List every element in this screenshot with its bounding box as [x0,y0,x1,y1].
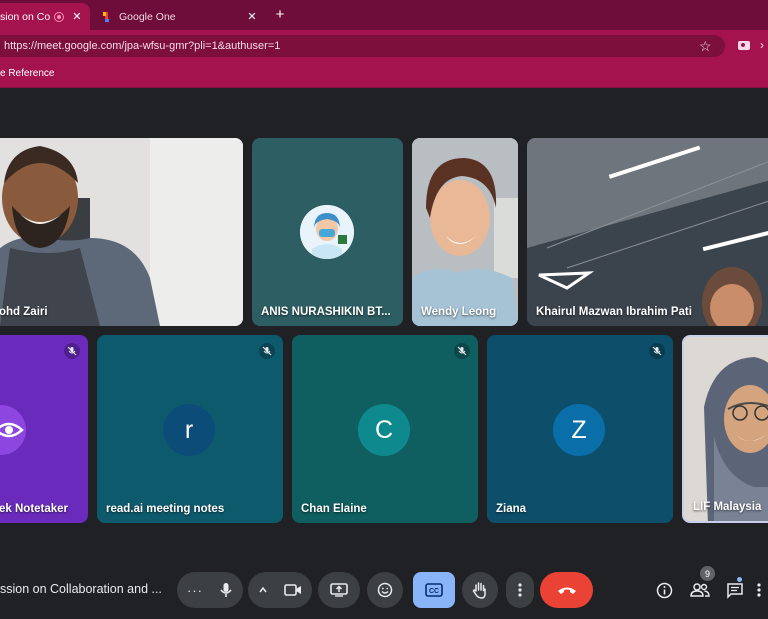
svg-text:CC: CC [429,588,439,595]
participant-tile-khairul[interactable]: Khairul Mazwan Ibrahim Pati [527,138,768,326]
more-vert-icon [518,583,522,597]
participant-tile-read-ai[interactable]: r read.ai meeting notes [97,335,283,523]
recording-icon [54,11,64,22]
mic-control-group: ··· [177,572,243,608]
participant-name: ANIS NURASHIKIN BT... [261,306,391,318]
emoji-button[interactable] [367,572,403,608]
camera-control-group [248,572,312,608]
participant-tile-notetaker[interactable]: ek Notetaker [0,335,88,523]
participant-name: Khairul Mazwan Ibrahim Pati [536,306,692,318]
avatar [300,205,354,259]
participant-video [0,138,243,326]
activities-icon [757,583,761,597]
bookmark-item[interactable]: e Reference [0,68,54,79]
participant-video [527,138,768,326]
more-vert-button[interactable] [506,572,534,608]
participant-tile-anis[interactable]: ANIS NURASHIKIN BT... [252,138,403,326]
muted-mic-icon [259,343,275,359]
meeting-info-button[interactable] [650,576,678,604]
chat-icon [727,582,743,599]
avatar-illustration [300,205,354,259]
participant-name: Ziana [496,503,527,515]
chat-notification-dot [737,577,742,582]
participant-tile-ziana[interactable]: Z Ziana [487,335,673,523]
tab-title: sion on Collat [0,10,50,23]
microphone-icon[interactable] [219,582,233,598]
avatar: C [358,404,410,456]
chat-button[interactable] [721,576,749,604]
participant-tile-chan-elaine[interactable]: C Chan Elaine [292,335,478,523]
info-icon [656,582,672,598]
bookmark-star-icon[interactable]: ☆ [699,39,712,53]
participant-name: ohd Zairi [0,306,48,318]
bookmarks-bar: e Reference [0,62,768,88]
activities-button[interactable] [755,576,768,604]
captions-icon: CC [425,583,443,597]
muted-mic-icon [649,343,665,359]
participant-tile-mohd-zairi[interactable]: ohd Zairi [0,138,243,326]
participant-name: read.ai meeting notes [106,503,225,515]
overflow-icon[interactable]: › [760,38,764,52]
participant-tile-wendy-leong[interactable]: Wendy Leong [412,138,518,326]
browser-tab-bar: sion on Collat ✕ Google One ✕ + [0,0,768,30]
meet-window: sion on Collat ✕ Google One ✕ + https://… [0,0,768,619]
url-text: https://meet.google.com/jpa-wfsu-gmr?pli… [4,40,281,52]
end-call-icon [557,587,576,594]
participant-tile-lif-malaysia[interactable]: LIF Malaysia [682,335,768,523]
emoji-icon [377,582,393,598]
google-one-icon [101,11,113,23]
participant-count-badge: 9 [700,566,715,581]
chevron-up-icon[interactable] [258,586,268,594]
participant-name: Wendy Leong [421,306,497,318]
muted-mic-icon [64,343,80,359]
close-tab-icon[interactable]: ✕ [245,10,259,23]
end-call-button[interactable] [540,572,593,608]
participant-video [412,138,518,326]
avatar: r [163,404,215,456]
participant-video [684,337,768,521]
browser-toolbar: https://meet.google.com/jpa-wfsu-gmr?pli… [0,30,768,62]
close-tab-icon[interactable]: ✕ [70,10,84,23]
participant-name: Chan Elaine [301,503,367,515]
present-screen-icon [330,583,348,597]
meeting-title: ssion on Collaboration and ... [0,582,162,596]
new-tab-button[interactable]: + [272,6,288,23]
present-button[interactable] [318,572,360,608]
captions-button[interactable]: CC [413,572,455,608]
tab-meet[interactable]: sion on Collat ✕ [0,3,90,30]
participant-name: LIF Malaysia [693,501,762,513]
more-options-icon[interactable]: ··· [187,583,203,598]
eye-icon [0,422,24,438]
avatar: Z [553,404,605,456]
avatar [0,405,26,455]
people-icon [690,583,710,597]
camera-permission-icon[interactable] [738,41,750,50]
participant-name: ek Notetaker [0,503,69,515]
tab-title: Google One [119,10,176,23]
muted-mic-icon [454,343,470,359]
raise-hand-button[interactable] [462,572,498,608]
address-bar[interactable]: https://meet.google.com/jpa-wfsu-gmr?pli… [0,35,725,57]
tab-google-one[interactable]: Google One ✕ [95,3,265,30]
camera-icon[interactable] [284,584,302,596]
raise-hand-icon [472,582,486,599]
